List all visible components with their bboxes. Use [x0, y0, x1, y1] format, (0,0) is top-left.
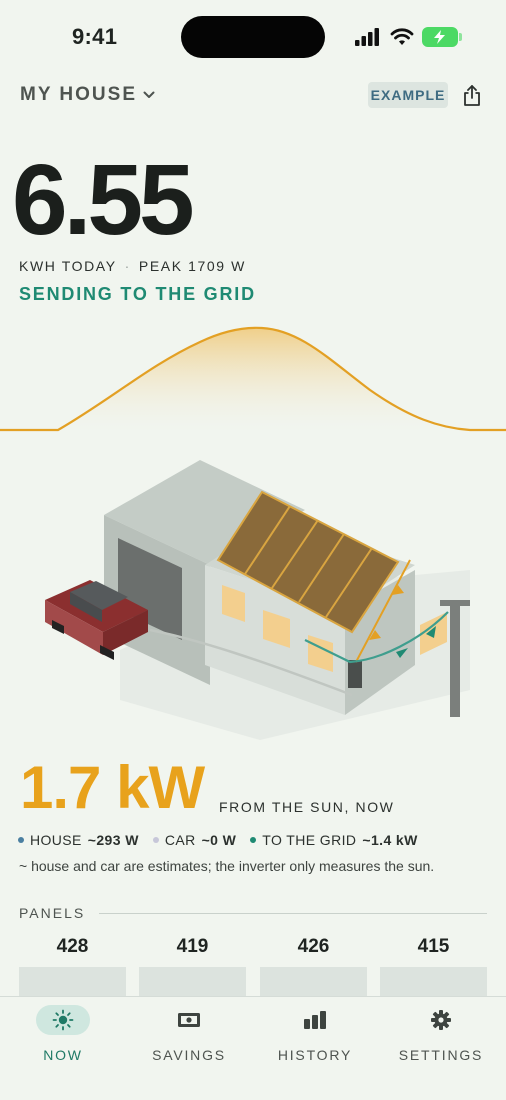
- status-time: 9:41: [72, 24, 118, 49]
- production-curve: [0, 326, 506, 432]
- legend-label: CAR: [164, 832, 196, 848]
- panel-value: 426: [297, 936, 330, 957]
- today-summary: KWH TODAY · PEAK 1709 W: [19, 258, 246, 274]
- sun-icon: [52, 1009, 74, 1031]
- tab-history[interactable]: HISTORY: [252, 1005, 378, 1063]
- share-button[interactable]: [460, 84, 484, 108]
- battery-icon: [422, 27, 462, 47]
- dynamic-island: [181, 16, 325, 58]
- bar-chart-icon: [304, 1011, 326, 1029]
- production-curve-area: [0, 327, 506, 432]
- panel-value: 415: [417, 936, 450, 957]
- energy-today-value: 6.55: [12, 144, 195, 256]
- legend-grid: TO THE GRID ~1.4 kW: [250, 832, 417, 848]
- legend-car: CAR ~0 W: [152, 832, 237, 848]
- legend-value: ~0 W: [201, 832, 237, 848]
- tab-label: HISTORY: [277, 1047, 353, 1063]
- legend-dot-car: [152, 837, 159, 843]
- grid-status: SENDING TO THE GRID: [19, 284, 256, 304]
- panel-value: 419: [176, 936, 209, 957]
- house-picker[interactable]: MY HOUSE: [20, 84, 155, 106]
- legend-label: TO THE GRID: [262, 832, 357, 848]
- panel-bar: [380, 967, 487, 999]
- panel-bar: [19, 967, 126, 999]
- money-icon: [178, 1013, 200, 1027]
- bottom-nav: NOW SAVINGS HISTORY SETTINGS: [0, 996, 506, 1100]
- panel-2[interactable]: 419: [139, 936, 246, 958]
- tab-label: NOW: [43, 1047, 83, 1063]
- panel-3[interactable]: 426: [260, 936, 367, 958]
- panel-1[interactable]: 428: [19, 936, 126, 958]
- tab-settings[interactable]: SETTINGS: [378, 1005, 504, 1063]
- tab-now[interactable]: NOW: [0, 1005, 126, 1063]
- estimate-note: ~ house and car are estimates; the inver…: [19, 858, 435, 874]
- house-title: MY HOUSE: [20, 84, 138, 105]
- wifi-icon: [390, 28, 414, 45]
- panel-bar: [139, 967, 246, 999]
- panels-label: PANELS: [19, 905, 86, 921]
- power-now-value: 1.7 kW: [20, 754, 205, 821]
- legend-house: HOUSE ~293 W: [18, 832, 139, 848]
- gear-icon: [431, 1010, 451, 1030]
- example-badge: EXAMPLE: [368, 82, 448, 108]
- tab-savings[interactable]: SAVINGS: [126, 1005, 252, 1063]
- tab-label: SAVINGS: [152, 1047, 226, 1063]
- power-now-label: FROM THE SUN, NOW: [219, 799, 395, 815]
- unit-label: KWH TODAY: [19, 258, 117, 274]
- panels-divider: [99, 912, 487, 914]
- panels-header: PANELS: [19, 905, 487, 921]
- separator: ·: [124, 258, 131, 274]
- tab-label: SETTINGS: [398, 1047, 484, 1063]
- share-icon: [464, 85, 480, 106]
- legend-value: ~293 W: [87, 832, 139, 848]
- status-bar: 9:41: [0, 0, 506, 72]
- legend-value: ~1.4 kW: [362, 832, 418, 848]
- peak-label: PEAK 1709 W: [138, 258, 246, 274]
- legend-label: HOUSE: [30, 832, 82, 848]
- legend-dot-grid: [250, 837, 257, 843]
- panel-value: 428: [56, 936, 89, 957]
- power-legend: HOUSE ~293 W CAR ~0 W TO THE GRID ~1.4 k…: [18, 832, 418, 848]
- panel-bar: [260, 967, 367, 999]
- house-illustration: [45, 460, 470, 740]
- chevron-down-icon: [143, 91, 155, 98]
- status-icons: [354, 26, 462, 48]
- signal-icon: [355, 28, 379, 46]
- legend-dot-house: [18, 837, 24, 843]
- panel-4[interactable]: 415: [380, 936, 487, 958]
